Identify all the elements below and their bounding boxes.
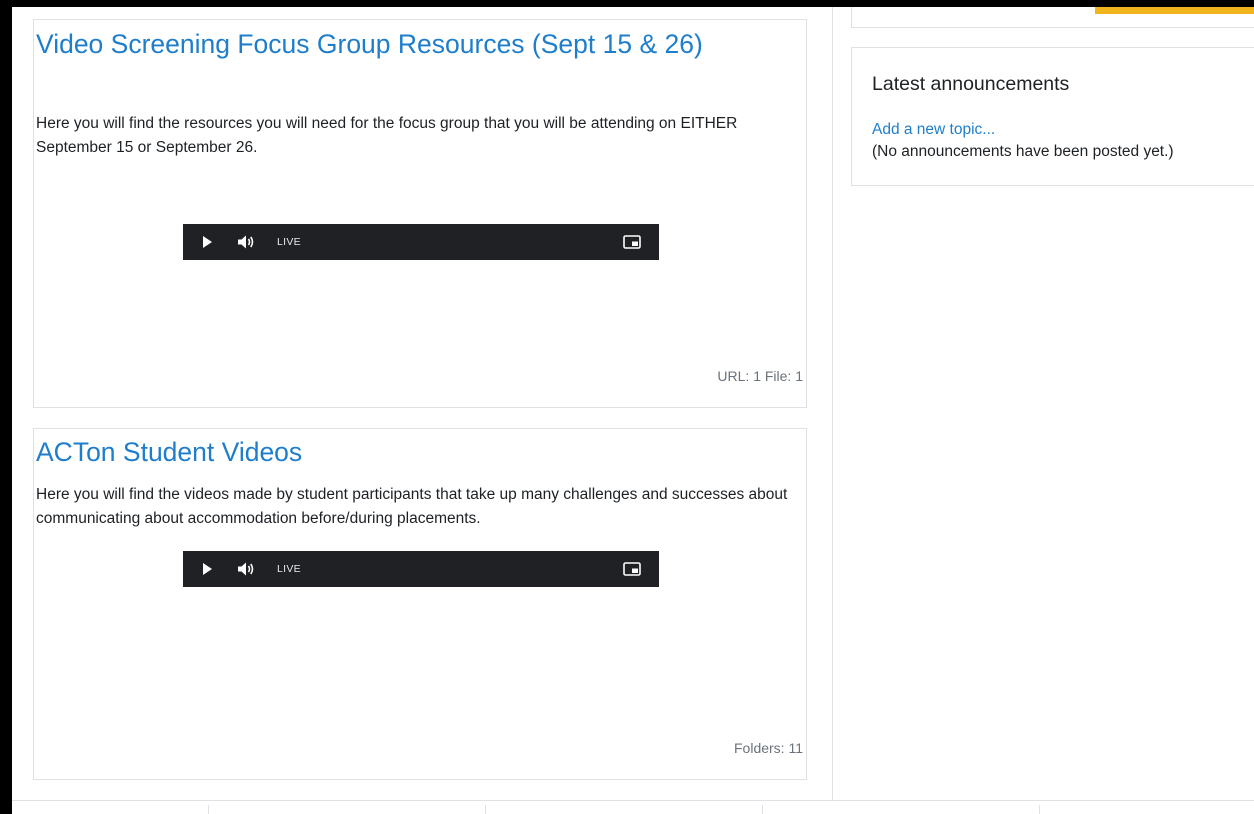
footer-bar [12, 800, 1254, 814]
no-announcements-text: (No announcements have been posted yet.) [872, 143, 1174, 160]
picture-in-picture-icon [623, 235, 641, 249]
play-icon [203, 563, 212, 575]
picture-in-picture-icon [623, 562, 641, 576]
section-activity-summary: URL: 1 File: 1 [717, 368, 803, 384]
picture-in-picture-button[interactable] [620, 551, 644, 587]
section-card-focus-group: Video Screening Focus Group Resources (S… [33, 19, 807, 408]
footer-divider [762, 805, 763, 814]
footer-divider [208, 805, 209, 814]
block-region: Latest announcements Add a new topic... … [832, 7, 1254, 800]
footer-divider [485, 805, 486, 814]
volume-icon [238, 235, 254, 249]
section-description: Here you will find the resources you wil… [36, 115, 738, 156]
section-title-link[interactable]: ACTon Student Videos [36, 435, 776, 469]
previous-block [851, 7, 1254, 28]
section-title-link[interactable]: Video Screening Focus Group Resources (S… [36, 27, 776, 61]
volume-button[interactable] [235, 224, 259, 260]
add-new-topic-link[interactable]: Add a new topic... [872, 119, 995, 141]
play-button[interactable] [197, 224, 217, 260]
section-activity-summary: Folders: 11 [734, 740, 803, 756]
picture-in-picture-button[interactable] [620, 224, 644, 260]
play-icon [203, 236, 212, 248]
live-indicator: LIVE [277, 563, 301, 575]
volume-button[interactable] [235, 551, 259, 587]
footer-divider [1039, 805, 1040, 814]
video-player[interactable]: LIVE [183, 224, 659, 260]
course-content: Video Screening Focus Group Resources (S… [12, 7, 832, 800]
play-button[interactable] [197, 551, 217, 587]
page-frame: Video Screening Focus Group Resources (S… [12, 7, 1254, 814]
block-title: Latest announcements [872, 73, 1070, 95]
section-card-student-videos: ACTon Student Videos Here you will find … [33, 428, 807, 780]
volume-icon [238, 562, 254, 576]
video-player[interactable]: LIVE [183, 551, 659, 587]
live-indicator: LIVE [277, 236, 301, 248]
section-description: Here you will find the videos made by st… [36, 486, 788, 527]
latest-announcements-block: Latest announcements Add a new topic... … [851, 47, 1254, 186]
